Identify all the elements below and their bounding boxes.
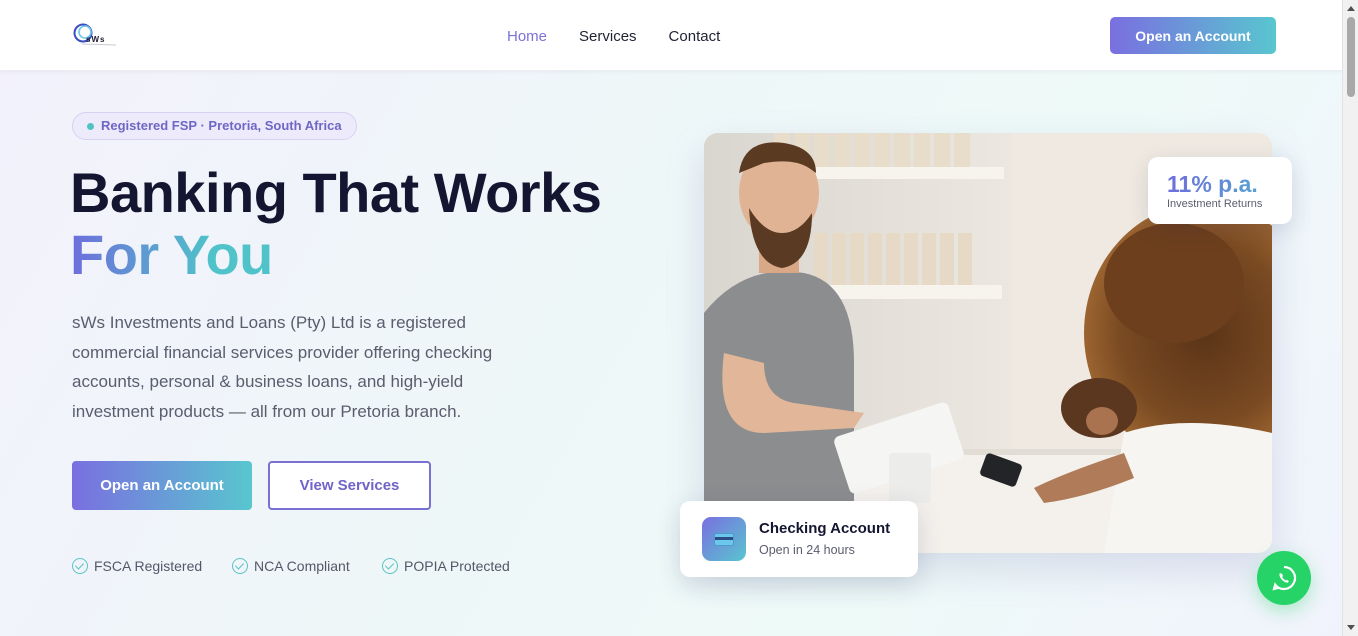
- badge-text: Registered FSP · Pretoria, South Africa: [101, 118, 342, 133]
- scroll-up-icon[interactable]: [1347, 6, 1355, 11]
- scroll-down-icon[interactable]: [1347, 625, 1355, 630]
- view-services-button[interactable]: View Services: [268, 461, 431, 510]
- trust-label: FSCA Registered: [94, 558, 203, 574]
- credit-card-icon: [702, 517, 746, 561]
- card-subtitle: Open in 24 hours: [759, 543, 855, 557]
- logo[interactable]: sWs: [72, 21, 118, 49]
- stat-value: 11% p.a.: [1167, 171, 1292, 197]
- scroll-thumb[interactable]: [1347, 17, 1355, 97]
- nav-contact[interactable]: Contact: [669, 27, 721, 47]
- whatsapp-icon: [1272, 565, 1297, 591]
- vertical-scrollbar[interactable]: [1342, 0, 1358, 636]
- badge-dot-icon: [87, 123, 94, 130]
- stat-label: Investment Returns: [1167, 198, 1263, 210]
- trust-label: NCA Compliant: [254, 558, 350, 574]
- check-circle-icon: [382, 558, 398, 574]
- card-title: Checking Account: [759, 520, 891, 537]
- check-circle-icon: [232, 558, 248, 574]
- logo-text: sWs: [86, 35, 106, 44]
- open-account-button[interactable]: Open an Account: [72, 461, 252, 510]
- site-header: sWs Home Services Contact Open an Accoun…: [0, 0, 1342, 71]
- nav-services[interactable]: Services: [579, 27, 637, 47]
- fsp-badge: Registered FSP · Pretoria, South Africa: [72, 112, 357, 140]
- nav-home[interactable]: Home: [507, 27, 547, 47]
- trust-item-popia: POPIA Protected: [382, 558, 510, 574]
- check-circle-icon: [72, 558, 88, 574]
- hero-title-accent: For You: [70, 223, 273, 286]
- trust-item-fsca: FSCA Registered: [72, 558, 202, 574]
- hero-description: sWs Investments and Loans (Pty) Ltd is a…: [72, 313, 493, 421]
- main-nav: Home Services Contact: [507, 27, 720, 47]
- trust-item-nca: NCA Compliant: [232, 558, 350, 574]
- page: sWs Home Services Contact Open an Accoun…: [0, 0, 1342, 636]
- trust-label: POPIA Protected: [404, 558, 510, 574]
- hero-title: Banking That Works: [70, 161, 602, 224]
- investment-returns-card: 11% p.a. Investment Returns: [1148, 157, 1292, 224]
- checking-account-card: Checking Account Open in 24 hours: [680, 501, 918, 577]
- header-open-account-button[interactable]: Open an Account: [1110, 17, 1276, 54]
- whatsapp-button[interactable]: [1257, 551, 1311, 605]
